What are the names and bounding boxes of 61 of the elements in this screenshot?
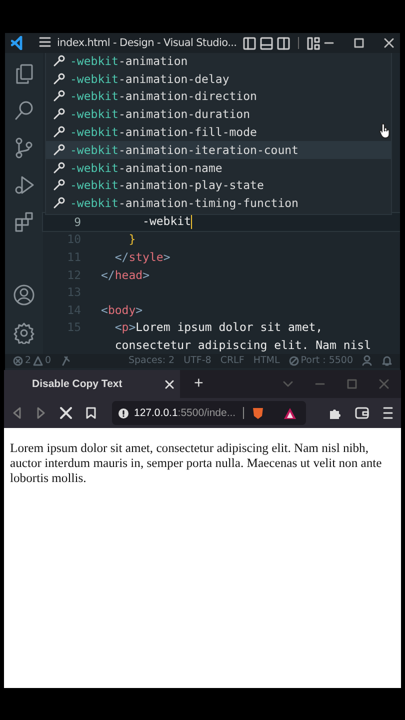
suggestion-item[interactable]: -webkit-animation-timing-function (46, 194, 391, 212)
code-line: <p>Lorem ipsum dolor sit amet, (114, 320, 323, 334)
suggestion-item[interactable]: -webkit-animation-iteration-count (46, 140, 391, 159)
warning-icon[interactable] (33, 356, 44, 366)
code-line: <body> (101, 302, 143, 317)
new-tab-button[interactable]: + (190, 375, 208, 393)
error-icon[interactable] (13, 356, 23, 366)
menu-icon[interactable] (39, 37, 51, 47)
account-icon[interactable] (13, 284, 35, 306)
triangle-icon[interactable] (282, 406, 297, 420)
maximize-icon[interactable] (354, 38, 364, 48)
code-line: consectetur adipiscing elit. Nam nisl (114, 338, 372, 352)
suggestion-item[interactable]: -webkit-animation-play-state (46, 176, 391, 194)
browser-tab[interactable]: Disable Copy Text (4, 370, 180, 398)
suggestion-item[interactable]: -webkit-animation-fill-mode (46, 123, 391, 141)
sidebar-layout-icon[interactable] (242, 36, 256, 50)
extensions-icon[interactable] (14, 211, 34, 233)
split-layout-icon[interactable] (276, 36, 290, 50)
wrench-icon (53, 162, 65, 174)
disabled-circle-icon (288, 356, 299, 366)
bell-icon[interactable] (382, 355, 392, 366)
puzzle-icon[interactable] (328, 406, 341, 420)
hand-pointer-icon (378, 123, 390, 139)
warning-circle-icon (118, 408, 129, 418)
customize-layout-icon[interactable] (306, 36, 320, 50)
wrench-icon (53, 90, 65, 102)
code-line: </style> (114, 250, 170, 264)
code-line: } (128, 232, 136, 246)
forward-icon[interactable] (36, 407, 46, 419)
vscode-logo-icon (11, 36, 25, 50)
page-paragraph: Lorem ipsum dolor sit amet, consectetur adipiscing elit. Nam nisl nibh, auctor interdum mauris in, semper porta nulla. Maecenas ut velit non ante lobortis mollis. (10, 441, 383, 486)
menu-icon[interactable] (383, 407, 393, 419)
wrench-icon (53, 108, 65, 120)
wrench-icon (53, 179, 65, 192)
suggestion-item[interactable]: -webkit-animation-name (46, 158, 391, 177)
suggestion-item[interactable]: -webkit-animation-duration (46, 105, 391, 124)
wrench-icon (53, 54, 65, 67)
line-number: 9 (73, 214, 82, 229)
panel-layout-icon[interactable] (260, 36, 273, 50)
source-control-icon[interactable] (14, 137, 34, 159)
suggestion-item[interactable]: -webkit-animation-direction (46, 88, 391, 106)
run-debug-icon[interactable] (14, 174, 34, 196)
bookmark-icon[interactable] (86, 407, 96, 419)
settings-icon[interactable] (13, 322, 35, 344)
close-tab-icon[interactable] (165, 380, 174, 388)
suggestion-item[interactable]: -webkit-animation (46, 53, 391, 70)
window-title: index.html - Design - Visual Studio... (57, 37, 237, 49)
files-icon[interactable] (14, 63, 34, 85)
wrench-icon (53, 126, 65, 138)
wrench-icon (53, 72, 65, 85)
close-icon[interactable] (384, 38, 394, 48)
stop-icon[interactable] (60, 407, 72, 419)
address-bar[interactable]: 127.0.0.1:5500/inde... (112, 401, 306, 425)
code-line: </head> (101, 268, 150, 282)
code-line: -webkit (142, 214, 192, 230)
wallet-icon[interactable] (355, 407, 369, 419)
back-icon[interactable] (12, 407, 22, 419)
wrench-icon (53, 197, 65, 210)
search-icon[interactable] (14, 100, 34, 122)
suggestion-item[interactable]: -webkit-animation-delay (46, 70, 391, 88)
wrench-icon (53, 144, 65, 156)
